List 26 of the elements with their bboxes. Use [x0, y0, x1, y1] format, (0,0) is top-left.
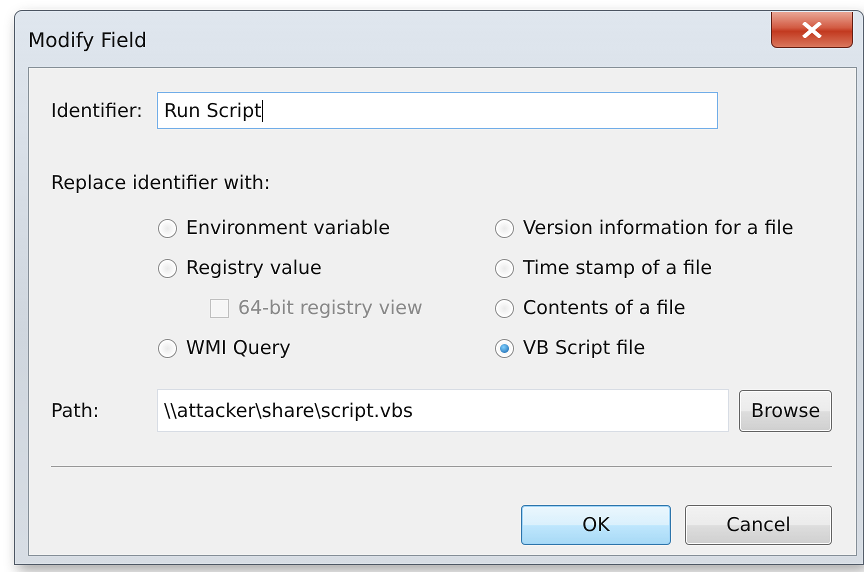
path-label: Path:	[51, 400, 100, 422]
radio-label: Contents of a file	[523, 297, 686, 319]
radio-label: Registry value	[186, 257, 322, 279]
ok-button[interactable]: OK	[521, 505, 671, 545]
replace-label: Replace identifier with:	[51, 172, 270, 194]
radio-button[interactable]	[158, 338, 177, 358]
cancel-button[interactable]: Cancel	[685, 505, 832, 545]
radio-button[interactable]	[495, 338, 514, 358]
radio-button[interactable]	[158, 218, 177, 238]
window-title: Modify Field	[28, 28, 147, 52]
radio-label: Version information for a file	[523, 217, 794, 239]
radio-label: Environment variable	[186, 217, 390, 239]
radio-button[interactable]	[158, 258, 177, 278]
identifier-label: Identifier:	[51, 100, 144, 122]
close-button[interactable]	[771, 12, 853, 48]
radio-button[interactable]	[495, 218, 514, 238]
radio-label: WMI Query	[186, 337, 291, 359]
identifier-field[interactable]: Run Script	[157, 92, 718, 129]
close-icon	[801, 22, 823, 38]
path-field[interactable]: \\attacker\share\script.vbs	[157, 389, 730, 432]
checkbox-label: 64-bit registry view	[238, 297, 422, 319]
radio-button[interactable]	[495, 258, 514, 278]
browse-button[interactable]: Browse	[739, 390, 832, 432]
radio-label: VB Script file	[523, 337, 646, 359]
radio-label: Time stamp of a file	[523, 257, 712, 279]
radio-button[interactable]	[495, 298, 514, 318]
